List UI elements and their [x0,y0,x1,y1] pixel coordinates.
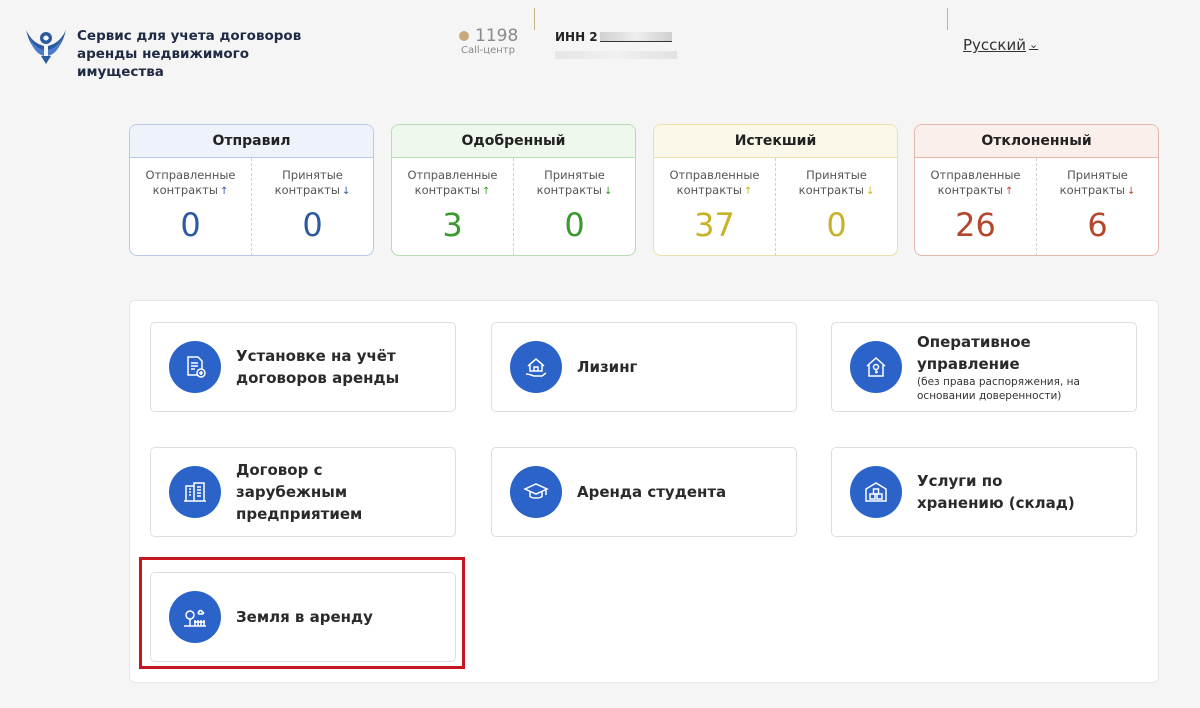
stat-sent-contracts[interactable]: Отправленные контракты ↑ 26 [915,158,1036,255]
stat-sent-contracts[interactable]: Отправленные контракты ↑ 3 [392,158,513,255]
inn-label: ИНН 2 [555,30,598,44]
stat-label: Принятые контракты [536,168,605,197]
service-tile-operational-management[interactable]: Оперативное управление (без права распор… [831,322,1137,412]
arrow-up-icon: ↑ [481,186,491,197]
stat-received-contracts[interactable]: Принятые контракты ↓ 0 [513,158,635,255]
stat-value: 0 [826,206,847,244]
highlight-box [139,557,465,669]
stat-card-title: Одобренный [392,125,635,158]
house-hand-icon [510,341,562,393]
service-tile-lease-registration[interactable]: Установке на учёт договоров аренды [150,322,456,412]
stat-value: 0 [302,206,323,244]
stat-label: Принятые контракты [274,168,343,197]
call-center[interactable]: 1198 Call-центр [459,26,529,56]
stat-value: 37 [694,206,735,244]
service-subtitle: (без права распоряжения, на основании до… [917,376,1080,402]
stat-card-approved[interactable]: Одобренный Отправленные контракты ↑ 3 При… [391,124,636,256]
service-title: Лизинг [577,358,638,376]
divider [534,8,535,30]
stat-received-contracts[interactable]: Принятые контракты ↓ 6 [1036,158,1158,255]
arrow-up-icon: ↑ [1004,186,1014,197]
stat-value: 26 [955,206,996,244]
divider [947,8,948,30]
stat-sent-contracts[interactable]: Отправленные контракты ↑ 0 [130,158,251,255]
service-title: Установке на учёт договоров аренды [236,347,400,387]
arrow-down-icon: ↓ [603,186,613,197]
service-tile-storage[interactable]: Услуги по хранению (склад) [831,447,1137,537]
phone-icon [459,31,469,41]
stat-label: Принятые контракты [1059,168,1128,197]
graduation-cap-icon [510,466,562,518]
brand-title: Сервис для учета договоров аренды недвиж… [77,28,302,80]
stat-received-contracts[interactable]: Принятые контракты ↓ 0 [251,158,373,255]
service-tile-foreign-enterprise[interactable]: Договор с зарубежным предприятием [150,447,456,537]
arrow-down-icon: ↓ [865,186,875,197]
stat-card-title: Истекший [654,125,897,158]
document-plus-icon [169,341,221,393]
arrow-down-icon: ↓ [341,186,351,197]
arrow-down-icon: ↓ [1126,186,1136,197]
service-title: Оперативное управление [917,333,1031,373]
stat-card-title: Отклоненный [915,125,1158,158]
call-center-label: Call-центр [461,45,515,56]
arrow-up-icon: ↑ [219,186,229,197]
top-header: Сервис для учета договоров аренды недвиж… [0,0,1200,80]
stat-sent-contracts[interactable]: Отправленные контракты ↑ 37 [654,158,775,255]
service-tile-leasing[interactable]: Лизинг [491,322,797,412]
stat-value: 0 [564,206,585,244]
house-key-icon [850,341,902,393]
warehouse-icon [850,466,902,518]
stat-received-contracts[interactable]: Принятые контракты ↓ 0 [775,158,897,255]
service-tile-student-rent[interactable]: Аренда студента [491,447,797,537]
stat-label: Принятые контракты [798,168,867,197]
stat-card-sent[interactable]: Отправил Отправленные контракты ↑ 0 Приня… [129,124,374,256]
stat-value: 3 [442,206,463,244]
redacted-inn [599,32,672,42]
logo-bird-icon[interactable] [24,24,68,64]
stat-card-rejected[interactable]: Отклоненный Отправленные контракты ↑ 26 П… [914,124,1159,256]
account-info[interactable]: ИНН 2 [555,26,685,59]
phone-number: 1198 [475,26,519,46]
language-selector[interactable]: Русский ⌄ [963,36,1038,54]
stat-value: 0 [180,206,201,244]
stat-value: 6 [1087,206,1108,244]
chevron-down-icon: ⌄ [1028,37,1039,51]
redacted-company-name [555,51,677,59]
arrow-up-icon: ↑ [743,186,753,197]
stat-card-expired[interactable]: Истекший Отправленные контракты ↑ 37 Прин… [653,124,898,256]
service-title: Аренда студента [577,483,727,501]
service-title: Договор с зарубежным предприятием [236,461,363,523]
stat-card-title: Отправил [130,125,373,158]
service-title: Услуги по хранению (склад) [917,472,1075,512]
buildings-icon [169,466,221,518]
language-label: Русский [963,36,1026,54]
